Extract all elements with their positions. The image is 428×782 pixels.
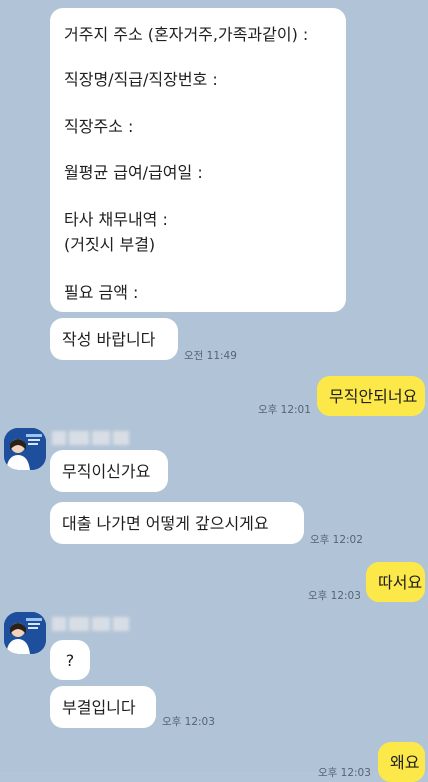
are-unemployed-bubble[interactable]: 무직이신가요 [50, 450, 168, 492]
write-request-bubble[interactable]: 작성 바랍니다 [50, 318, 178, 360]
write-request-time: 오전 11:49 [184, 350, 237, 362]
rejected-time: 오후 12:03 [162, 716, 215, 728]
question-text: ? [65, 650, 75, 670]
rejected-text: 부결입니다 [62, 697, 136, 717]
form-line-false-rejected: (거짓시 부결) [64, 235, 156, 254]
why-text: 왜요 [390, 752, 420, 772]
form-message-bubble[interactable]: 거주지 주소 (혼자거주,가족과같이) : 직장명/직급/직장번호 : 직장주소… [50, 8, 346, 312]
why-time: 오후 12:03 [318, 767, 371, 779]
write-request-text: 작성 바랍니다 [62, 329, 156, 349]
sender-avatar[interactable] [4, 428, 46, 470]
form-line-work-address: 직장주소 : [64, 117, 134, 136]
sender-avatar-2[interactable] [4, 612, 46, 654]
form-line-workplace: 직장명/직급/직장번호 : [64, 70, 218, 89]
unemployed-reply-bubble[interactable]: 무직안되너요 [317, 376, 425, 416]
form-line-salary: 월평균 급여/급여일 : [64, 163, 203, 182]
profile-avatar-icon [4, 428, 46, 470]
how-repay-bubble[interactable]: 대출 나가면 어떻게 갚으시게요 [50, 502, 304, 544]
form-line-other-debt: 타사 채무내역 : [64, 210, 168, 229]
why-bubble[interactable]: 왜요 [378, 742, 425, 782]
how-repay-time: 오후 12:02 [310, 534, 363, 546]
form-line-required-amount: 필요 금액 : [64, 283, 139, 302]
ddaseo-text: 따서요 [378, 572, 423, 592]
unemployed-reply-text: 무직안되너요 [329, 386, 418, 406]
ddaseo-time: 오후 12:03 [308, 590, 361, 602]
sender-name-blurred-2 [52, 617, 129, 631]
unemployed-reply-time: 오후 12:01 [258, 404, 311, 416]
profile-avatar-icon [4, 612, 46, 654]
question-bubble[interactable]: ? [50, 640, 90, 680]
are-unemployed-text: 무직이신가요 [62, 461, 151, 481]
form-line-address: 거주지 주소 (혼자거주,가족과같이) : [64, 25, 309, 44]
how-repay-text: 대출 나가면 어떻게 갚으시게요 [62, 513, 269, 533]
chat-area: 거주지 주소 (혼자거주,가족과같이) : 직장명/직급/직장번호 : 직장주소… [0, 0, 428, 782]
sender-name-blurred [52, 431, 129, 445]
rejected-bubble[interactable]: 부결입니다 [50, 686, 156, 728]
ddaseo-bubble[interactable]: 따서요 [366, 562, 425, 602]
